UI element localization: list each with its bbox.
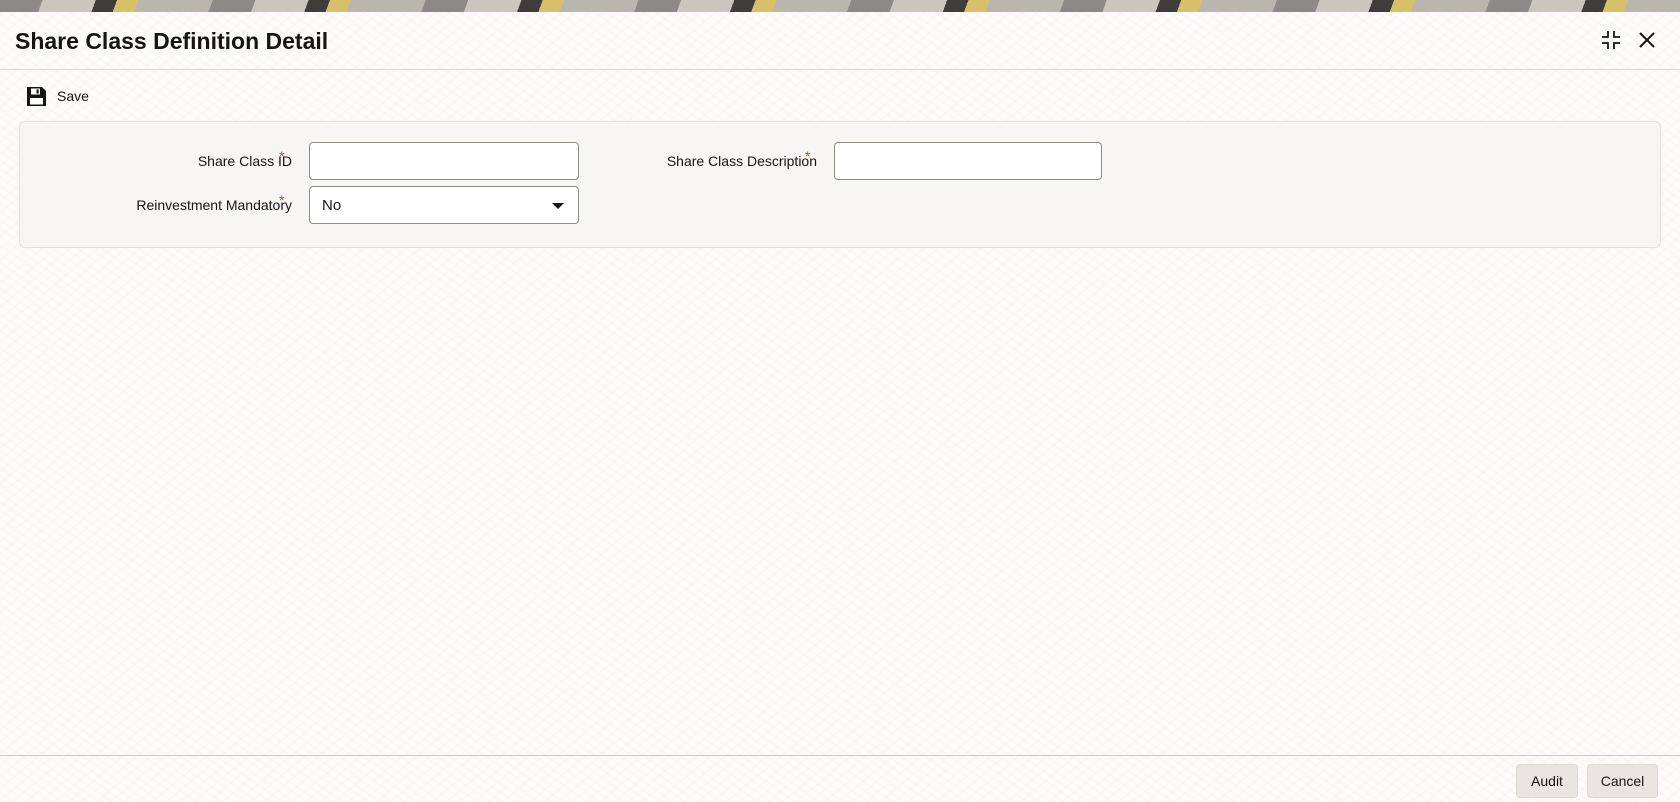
form-panel: Share Class ID * Share Class Description…: [19, 121, 1661, 248]
caret-down-icon: [552, 203, 564, 209]
share-class-description-label: Share Class Description: [666, 153, 817, 169]
page: Share Class Definition Detail Save Share…: [0, 0, 1680, 802]
close-icon: [1639, 32, 1655, 48]
collapse-icon: [1602, 31, 1620, 49]
required-marker: *: [279, 192, 285, 208]
select-value: No: [322, 197, 342, 214]
share-class-id-input[interactable]: [309, 142, 579, 180]
cancel-button[interactable]: Cancel: [1587, 764, 1658, 798]
footer-bar: Audit Cancel: [0, 755, 1680, 802]
required-marker: *: [279, 148, 285, 164]
audit-button[interactable]: Audit: [1516, 764, 1578, 798]
decorative-banner: [0, 0, 1680, 12]
reinvestment-mandatory-label: Reinvestment Mandatory: [136, 197, 292, 213]
required-marker: *: [805, 148, 811, 164]
close-button[interactable]: [1633, 26, 1661, 54]
restore-button[interactable]: [1597, 26, 1625, 54]
window-header: Share Class Definition Detail: [0, 12, 1680, 70]
save-button[interactable]: Save: [26, 84, 89, 108]
save-label: Save: [57, 88, 89, 104]
share-class-description-input[interactable]: [834, 142, 1102, 180]
page-title: Share Class Definition Detail: [15, 28, 329, 54]
share-class-id-label: Share Class ID: [197, 153, 292, 169]
floppy-disk-icon: [27, 86, 46, 106]
reinvestment-mandatory-select[interactable]: No: [309, 186, 579, 224]
